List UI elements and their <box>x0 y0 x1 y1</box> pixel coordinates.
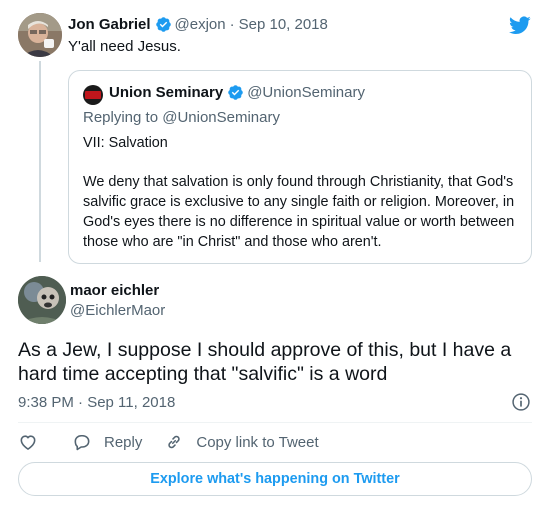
quoted-tweet[interactable]: Union Seminary @UnionSeminary Replying t… <box>68 70 532 264</box>
reply-author-name[interactable]: maor eichler <box>70 282 159 299</box>
thread-connector-line <box>39 61 41 262</box>
reply-author-avatar[interactable] <box>18 276 66 324</box>
quoted-tweet-header: Union Seminary @UnionSeminary <box>109 84 365 101</box>
quoted-tweet-body: VII: Salvation We deny that salvation is… <box>83 133 523 252</box>
parent-author-avatar[interactable] <box>18 13 62 57</box>
quoted-author-avatar[interactable] <box>83 85 103 105</box>
parent-tweet-header: Jon Gabriel @exjon · Sep 10, 2018 <box>68 16 328 33</box>
parent-author-handle[interactable]: @exjon <box>175 16 226 33</box>
like-button[interactable] <box>18 432 38 452</box>
parent-tweet-date[interactable]: Sep 10, 2018 <box>239 16 328 33</box>
tweet-embed-card: Jon Gabriel @exjon · Sep 10, 2018 Y'all … <box>0 0 550 512</box>
replying-to-label[interactable]: Replying to @UnionSeminary <box>83 109 280 126</box>
reply-author-handle[interactable]: @EichlerMaor <box>70 302 165 319</box>
quoted-author-handle[interactable]: @UnionSeminary <box>247 84 365 101</box>
quoted-author-name[interactable]: Union Seminary <box>109 84 223 101</box>
reply-tweet-text: As a Jew, I suppose I should approve of … <box>18 339 512 385</box>
copy-link-label: Copy link to Tweet <box>196 433 319 451</box>
verified-badge-icon <box>155 17 171 32</box>
actions-divider <box>18 422 532 423</box>
tweet-actions-bar: Reply Copy link to Tweet <box>18 432 319 452</box>
verified-badge-icon <box>228 85 243 100</box>
reply-label: Reply <box>104 433 143 451</box>
reply-bubble-icon <box>74 434 90 451</box>
heart-icon <box>20 435 36 450</box>
explore-twitter-button[interactable]: Explore what's happening on Twitter <box>18 462 532 496</box>
copy-link-button[interactable]: Copy link to Tweet <box>164 432 319 452</box>
twitter-bird-icon[interactable] <box>508 14 532 36</box>
link-icon <box>168 435 181 449</box>
quoted-body-text: We deny that salvation is only found thr… <box>83 174 515 250</box>
parent-tweet-text: Y'all need Jesus. <box>68 38 181 55</box>
info-icon[interactable] <box>511 392 531 412</box>
reply-timestamp[interactable]: 9:38 PM · Sep 11, 2018 <box>18 394 175 411</box>
separator-dot: · <box>229 16 235 33</box>
quoted-body-title: VII: Salvation <box>83 135 168 151</box>
reply-button[interactable]: Reply <box>72 432 142 452</box>
parent-author-name[interactable]: Jon Gabriel <box>68 16 151 33</box>
